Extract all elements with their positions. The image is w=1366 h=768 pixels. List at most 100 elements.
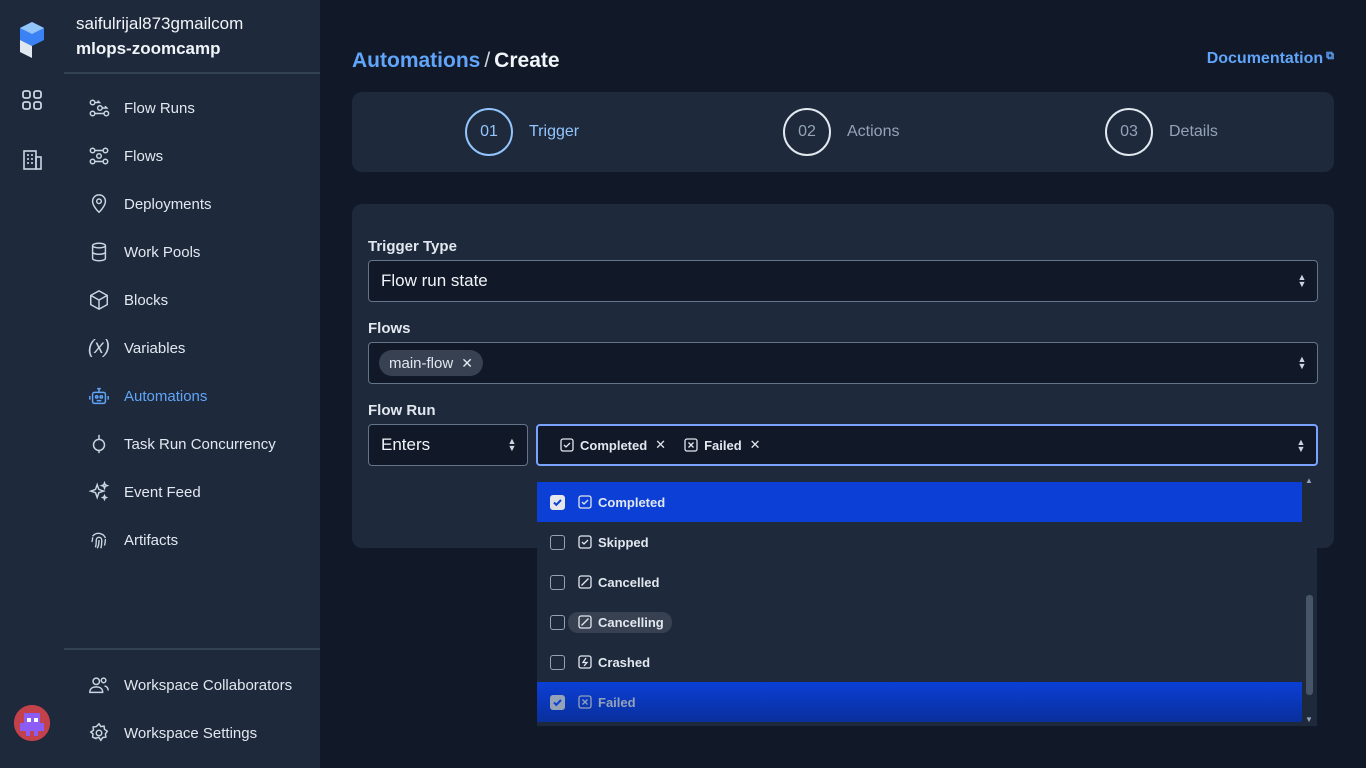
prefect-logo-icon[interactable] — [18, 20, 46, 60]
sidebar-item-flow-runs[interactable]: Flow Runs — [88, 93, 195, 123]
select-caret-icon: ▲ ▼ — [1297, 354, 1307, 371]
user-avatar[interactable] — [14, 705, 50, 741]
sidebar-item-label: Blocks — [124, 291, 169, 309]
step-trigger[interactable]: 01 Trigger — [465, 108, 579, 156]
checkbox-unchecked[interactable] — [550, 534, 565, 550]
cancelling-state-icon — [578, 615, 592, 629]
option-label: Failed — [598, 694, 636, 710]
workspace-name: mlops-zoomcamp — [76, 39, 221, 58]
sidebar-item-event-feed[interactable]: Event Feed — [88, 477, 201, 507]
concurrency-icon — [92, 434, 106, 454]
database-icon — [91, 242, 107, 262]
state-chip-completed: Completed ✕ — [560, 437, 666, 453]
step-label: Trigger — [529, 123, 580, 140]
trigger-type-value: Flow run state — [381, 271, 488, 290]
flows-icon — [89, 147, 109, 165]
sidebar-item-workspace-settings[interactable]: Workspace Settings — [88, 718, 257, 748]
sparkles-icon — [88, 481, 110, 502]
dashboard-grid-icon[interactable] — [20, 88, 44, 112]
flow-run-mode-select[interactable]: Enters ▲ ▼ — [368, 424, 528, 466]
sidebar-item-task-run-concurrency[interactable]: Task Run Concurrency — [88, 429, 276, 459]
documentation-link[interactable]: Documentation ⧉ — [1207, 50, 1334, 68]
external-link-icon: ⧉ — [1326, 50, 1334, 62]
step-number: 02 — [783, 108, 831, 156]
documentation-label: Documentation — [1206, 50, 1324, 67]
flows-select[interactable]: main-flow ✕ ▲ ▼ — [368, 342, 1318, 384]
failed-state-icon — [684, 438, 698, 452]
checkbox-unchecked[interactable] — [550, 654, 565, 670]
skipped-state-icon — [578, 535, 592, 549]
select-caret-icon: ▲ ▼ — [1296, 437, 1306, 454]
step-label: Actions — [847, 123, 900, 140]
option-failed[interactable]: Failed — [537, 682, 1302, 722]
robot-icon — [89, 387, 109, 405]
scroll-up-icon[interactable]: ▲ — [1305, 476, 1313, 485]
remove-chip-icon[interactable]: ✕ — [461, 355, 473, 372]
remove-chip-icon[interactable]: ✕ — [655, 437, 666, 453]
users-icon — [89, 677, 109, 694]
flow-run-mode-value: Enters — [381, 435, 431, 454]
option-crashed[interactable]: Crashed — [537, 642, 1302, 682]
option-cancelled[interactable]: Cancelled — [537, 562, 1302, 602]
sidebar-item-deployments[interactable]: Deployments — [88, 189, 212, 219]
completed-state-icon — [560, 438, 574, 452]
option-label: Cancelled — [598, 574, 660, 590]
sidebar-item-variables[interactable]: (x) Variables — [87, 333, 186, 363]
sidebar-item-label: Variables — [124, 339, 186, 357]
step-number: 01 — [465, 108, 513, 156]
dropdown-scrollbar[interactable]: ▲ ▼ — [1302, 474, 1317, 726]
flow-run-states-select[interactable]: Completed ✕ Failed ✕ ▲ ▼ — [536, 424, 1318, 466]
sidebar-item-label: Workspace Collaborators — [124, 676, 293, 694]
step-label: Details — [1169, 123, 1218, 140]
state-options-dropdown: Completed Skipped Cancelled Cancelling C… — [537, 474, 1317, 726]
sidebar-item-artifacts[interactable]: Artifacts — [88, 525, 178, 555]
sidebar-item-label: Artifacts — [124, 531, 179, 549]
state-chip-label: Completed — [580, 437, 648, 453]
sidebar-item-blocks[interactable]: Blocks — [88, 285, 168, 315]
building-icon[interactable] — [20, 148, 44, 172]
divider — [64, 648, 320, 650]
account-name: saifulrijal873gmailcom — [76, 14, 244, 33]
fingerprint-icon — [91, 532, 107, 549]
breadcrumb-separator: / — [484, 49, 491, 72]
checkbox-unchecked[interactable] — [550, 574, 565, 590]
option-label: Skipped — [598, 534, 649, 550]
sidebar-item-label: Work Pools — [124, 243, 201, 261]
completed-state-icon — [578, 495, 592, 509]
sidebar-item-workspace-collaborators[interactable]: Workspace Collaborators — [88, 670, 292, 700]
breadcrumb-current: Create — [494, 49, 560, 72]
workspace-switcher[interactable]: saifulrijal873gmailcom mlops-zoomcamp — [76, 14, 243, 59]
flow-run-label: Flow Run — [368, 402, 436, 419]
cancelled-state-icon — [578, 575, 592, 589]
state-chip-label: Failed — [704, 437, 742, 453]
wizard-stepper: 01 Trigger 02 Actions 03 Details — [352, 92, 1334, 172]
remove-chip-icon[interactable]: ✕ — [750, 437, 761, 453]
sidebar-item-work-pools[interactable]: Work Pools — [88, 237, 200, 267]
checkbox-unchecked[interactable] — [550, 614, 565, 630]
step-actions[interactable]: 02 Actions — [783, 108, 899, 156]
scrollbar-thumb[interactable] — [1306, 595, 1313, 695]
sidebar-item-label: Automations — [124, 387, 208, 405]
state-chip-failed: Failed ✕ — [684, 437, 761, 453]
scroll-down-icon[interactable]: ▼ — [1305, 715, 1313, 724]
cube-icon — [90, 289, 108, 311]
select-caret-icon: ▲ ▼ — [507, 436, 517, 453]
option-completed[interactable]: Completed — [537, 482, 1302, 522]
gear-icon — [89, 722, 109, 742]
option-skipped[interactable]: Skipped — [537, 522, 1302, 562]
breadcrumb-automations-link[interactable]: Automations — [352, 49, 480, 72]
sidebar-item-label: Flow Runs — [124, 99, 195, 117]
breadcrumb: Automations / Create — [352, 49, 560, 73]
sidebar-item-flows[interactable]: Flows — [88, 141, 163, 171]
option-label: Cancelling — [598, 614, 664, 630]
sidebar-item-label: Deployments — [124, 195, 212, 213]
location-pin-icon — [91, 194, 107, 214]
checkbox-checked[interactable] — [550, 694, 565, 710]
sidebar-item-automations[interactable]: Automations — [88, 381, 207, 411]
variable-icon: (x) — [87, 337, 111, 358]
checkbox-checked[interactable] — [550, 494, 565, 510]
step-details[interactable]: 03 Details — [1105, 108, 1218, 156]
trigger-type-select[interactable]: Flow run state ▲ ▼ — [368, 260, 1318, 302]
sidebar-item-label: Task Run Concurrency — [124, 435, 276, 453]
option-cancelling[interactable]: Cancelling — [537, 602, 1302, 642]
